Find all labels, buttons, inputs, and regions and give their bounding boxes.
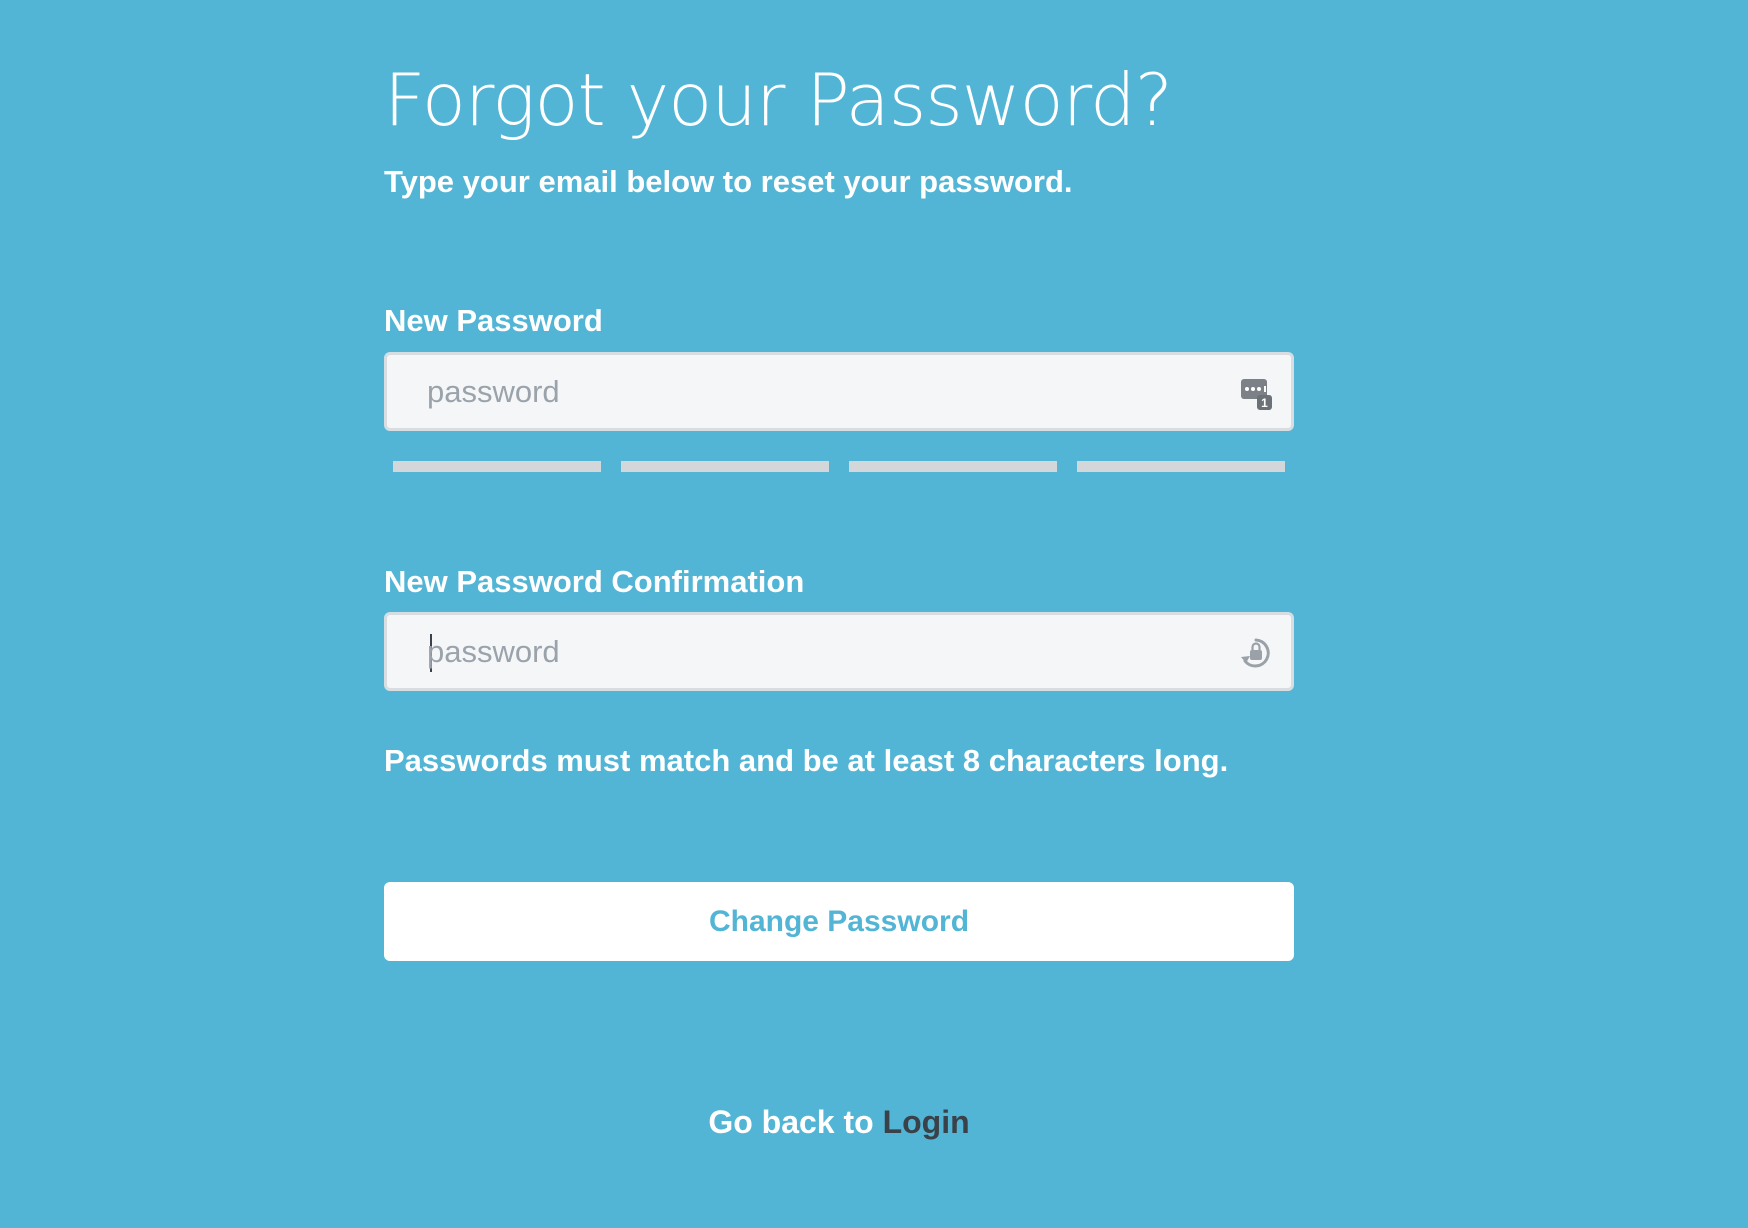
password-requirements-hint: Passwords must match and be at least 8 c… — [384, 743, 1229, 778]
password-manager-icon[interactable]: 1 — [1239, 375, 1273, 411]
password-generator-icon[interactable] — [1239, 635, 1273, 671]
svg-text:1: 1 — [1261, 396, 1268, 410]
new-password-label: New Password — [384, 303, 603, 338]
login-link[interactable]: Login — [883, 1104, 970, 1140]
back-text: Go back to — [708, 1104, 883, 1140]
strength-segment — [1077, 461, 1285, 472]
new-password-field[interactable]: 1 — [384, 352, 1294, 431]
strength-segment — [621, 461, 829, 472]
password-strength-meter — [393, 461, 1285, 472]
new-password-input[interactable] — [427, 355, 1207, 428]
strength-segment — [849, 461, 1057, 472]
confirm-password-field[interactable] — [384, 612, 1294, 691]
page-title: Forgot your Password? — [384, 58, 1173, 142]
change-password-button[interactable]: Change Password — [384, 882, 1294, 961]
back-to-login: Go back to Login — [384, 1101, 1294, 1143]
page-subtitle: Type your email below to reset your pass… — [384, 164, 1073, 199]
confirm-password-input[interactable] — [427, 615, 1207, 688]
strength-segment — [393, 461, 601, 472]
reset-password-page: Forgot your Password? Type your email be… — [0, 0, 1748, 1228]
confirm-password-label: New Password Confirmation — [384, 564, 805, 599]
